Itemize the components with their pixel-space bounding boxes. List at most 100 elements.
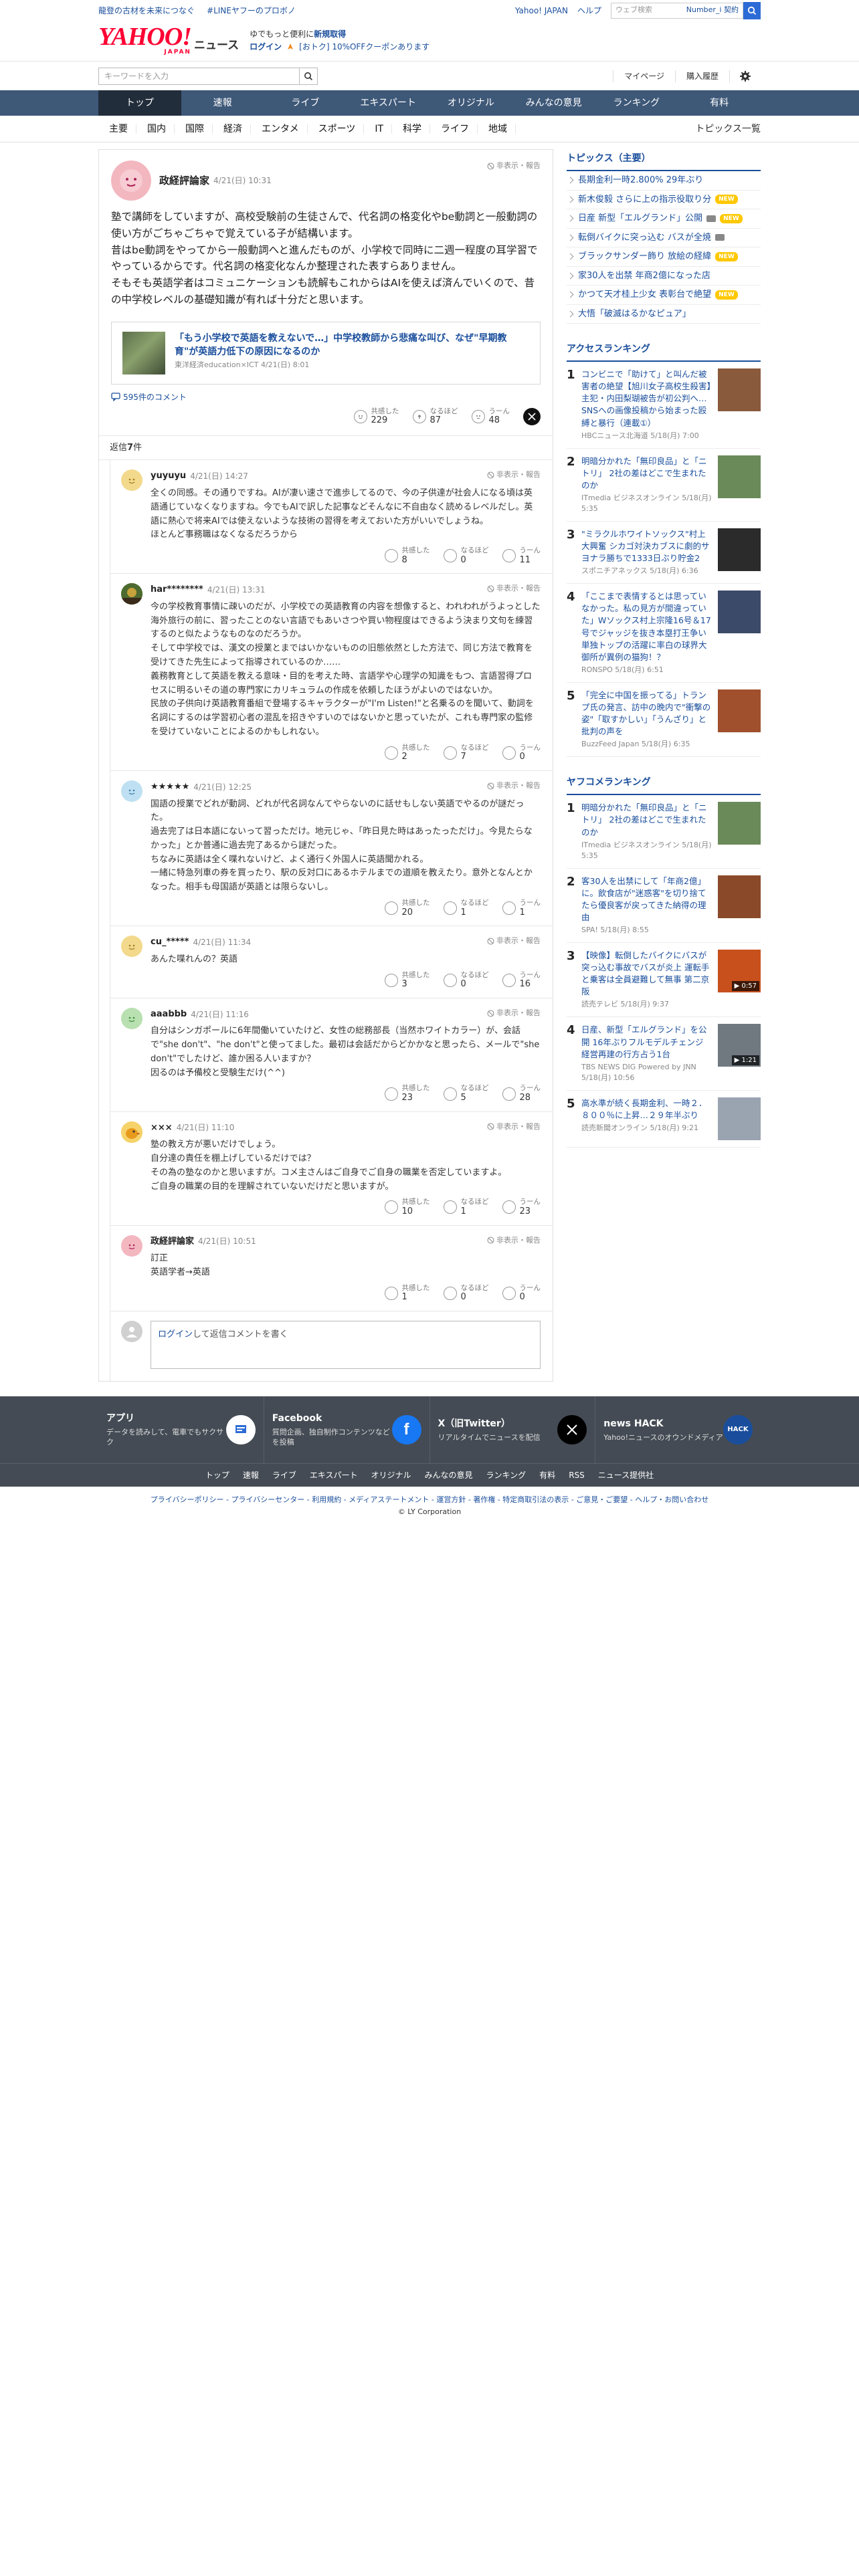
ranking-item[interactable]: 5 高水準が続く長期金利、一時２．８００％に上昇…２９年半ぶり 読売新聞オンライン …: [567, 1091, 761, 1148]
agree-button[interactable]: 共感した 3: [384, 971, 430, 990]
article-title[interactable]: 「もう小学校で英語を教えないで…」中学校教師から悲痛な叫び、なぜ"早期教育"が英…: [175, 332, 529, 359]
hmm-button[interactable]: なるほど 0: [443, 546, 489, 565]
footer-nav-paid[interactable]: 有料: [539, 1469, 555, 1481]
footer-nav-rss[interactable]: RSS: [569, 1469, 585, 1481]
share-x-button[interactable]: [523, 407, 541, 425]
topics-list-link[interactable]: トピックス一覧: [695, 122, 761, 136]
cat-science[interactable]: 科学: [392, 124, 431, 134]
avatar[interactable]: [121, 1121, 142, 1143]
hmm-button[interactable]: なるほど 1: [443, 899, 489, 918]
footer-nav-flash[interactable]: 速報: [243, 1469, 259, 1481]
agree-button[interactable]: 共感した 10: [384, 1198, 430, 1216]
news-search-input[interactable]: キーワードを入力: [98, 68, 299, 85]
agree-button[interactable]: 共感した 2: [384, 744, 430, 762]
report-link[interactable]: 非表示・報告: [487, 936, 541, 947]
hmm-button[interactable]: なるほど 0: [443, 1284, 489, 1303]
agree-button[interactable]: 共感した 1: [384, 1284, 430, 1303]
reply-user-name[interactable]: ×××: [151, 1121, 173, 1135]
topic-item[interactable]: ブラックサンダー飾り 放絵の経緯 NEW: [567, 247, 761, 267]
cat-local[interactable]: 地域: [478, 124, 516, 134]
legal-links[interactable]: プライバシーポリシー - プライバシーセンター - 利用規約 - メディアステー…: [0, 1487, 859, 1506]
ranking-item[interactable]: 3 【映像】転倒したバイクにバスが突っ込む事故でバスが炎上 運転手と乗客は全員避難…: [567, 943, 761, 1018]
avatar[interactable]: [121, 1007, 142, 1029]
agree-button[interactable]: 共感した 23: [384, 1084, 430, 1103]
footer-nav-providers[interactable]: ニュース提供社: [598, 1469, 654, 1481]
avatar[interactable]: [121, 936, 142, 958]
ranking-item[interactable]: 1 コンビニで「助けて」と叫んだ被害者の絶望【旭川女子高校生殺害】主犯・内田梨瑚被…: [567, 362, 761, 449]
cat-world[interactable]: 国際: [175, 124, 213, 134]
cat-entertainment[interactable]: エンタメ: [251, 124, 308, 134]
footer-x-card[interactable]: X（旧Twitter） リアルタイムでニュースを配信: [430, 1396, 596, 1463]
news-search-button[interactable]: [299, 68, 318, 85]
reply-login-link[interactable]: ログイン: [158, 1329, 193, 1339]
search-scope[interactable]: Number_i 契約: [686, 5, 739, 16]
hmm-button[interactable]: なるほど 5: [443, 1084, 489, 1103]
nav-expert[interactable]: エキスパート: [347, 90, 430, 116]
reply-input[interactable]: ログインして返信コメントを書く: [151, 1320, 541, 1369]
cat-domestic[interactable]: 国内: [136, 124, 175, 134]
umm-button[interactable]: うーん 28: [502, 1084, 541, 1103]
nav-original[interactable]: オリジナル: [430, 90, 512, 116]
umm-button[interactable]: うーん 23: [502, 1198, 541, 1216]
report-link[interactable]: 非表示・報告: [487, 583, 541, 595]
umm-button[interactable]: うーん 0: [502, 744, 541, 762]
report-link[interactable]: 非表示・報告: [487, 1008, 541, 1019]
hmm-button[interactable]: なるほど 1: [443, 1198, 489, 1216]
topic-item[interactable]: かつて天才桂上少女 表彰台で絶望 NEW: [567, 286, 761, 305]
footer-nav-original[interactable]: オリジナル: [371, 1469, 411, 1481]
ranking-item[interactable]: 1 明暗分かれた「無印良品」と「ニトリ」 2社の差はどこで生まれたのか ITmedi…: [567, 795, 761, 869]
settings-button[interactable]: [729, 70, 761, 82]
nav-ranking[interactable]: ランキング: [595, 90, 678, 116]
topic-item[interactable]: 大悟「破滅はるかなピュア」: [567, 305, 761, 324]
login-link[interactable]: ログイン: [250, 41, 282, 53]
cat-economy[interactable]: 経済: [213, 124, 251, 134]
web-search-input[interactable]: ウェブ検索 Number_i 契約: [611, 2, 743, 19]
avatar[interactable]: [121, 583, 142, 605]
ranking-item[interactable]: 5 「完全に中国を振ってる」トランプ氏の発言、訪中の晩内で"衝撃の姿"「取すかしい…: [567, 683, 761, 758]
report-link[interactable]: 非表示・報告: [487, 1235, 541, 1247]
signup-link[interactable]: 新規取得: [314, 29, 346, 39]
footer-nav-ranking[interactable]: ランキング: [486, 1469, 527, 1481]
promo-link-1[interactable]: 龍登の古材を未来につなぐ: [98, 5, 195, 17]
footer-facebook-card[interactable]: Facebook 質問企画、独自制作コンテンツなどを投稿 f: [264, 1396, 430, 1463]
topic-item[interactable]: 家30人を出禁 年商2億になった店: [567, 267, 761, 286]
footer-app-card[interactable]: アプリ データを読みして、電車でもサクサク: [98, 1396, 264, 1463]
avatar[interactable]: [121, 469, 142, 492]
web-search-button[interactable]: [743, 1, 761, 19]
topic-item[interactable]: 日産 新型「エルグランド」公開 NEW: [567, 209, 761, 229]
article-card[interactable]: 「もう小学校で英語を教えないで…」中学校教師から悲痛な叫び、なぜ"早期教育"が英…: [111, 321, 541, 385]
reply-user-name[interactable]: har********: [151, 583, 203, 597]
help-link[interactable]: ヘルプ: [577, 5, 601, 17]
footer-nav-live[interactable]: ライブ: [272, 1469, 296, 1481]
report-link[interactable]: 非表示・報告: [487, 160, 541, 172]
report-link[interactable]: 非表示・報告: [487, 780, 541, 792]
umm-button[interactable]: うーん 1: [502, 899, 541, 918]
reply-user-name[interactable]: aaabbb: [151, 1008, 187, 1021]
hmm-button[interactable]: なるほど 0: [443, 971, 489, 990]
footer-nav-expert[interactable]: エキスパート: [310, 1469, 358, 1481]
umm-button[interactable]: うーん 16: [502, 971, 541, 990]
reply-user-name[interactable]: ★★★★★: [151, 780, 189, 794]
comment-count-link[interactable]: 595件のコメント: [111, 391, 541, 403]
promo-link-2[interactable]: #LINEヤフーのプロボノ: [207, 5, 296, 17]
ranking-item[interactable]: 4 「ここまで表情するとは思っていなかった。私の見方が間違っていた」Wソックス村上…: [567, 584, 761, 683]
nav-live[interactable]: ライブ: [264, 90, 347, 116]
report-link[interactable]: 非表示・報告: [487, 469, 541, 481]
coupon-text[interactable]: [おトク] 10%OFFクーポンあります: [299, 41, 430, 53]
cat-it[interactable]: IT: [364, 124, 393, 134]
reply-user-name[interactable]: 政経評論家: [151, 1235, 194, 1249]
cat-sports[interactable]: スポーツ: [308, 124, 365, 134]
umm-button[interactable]: うーん 48: [471, 407, 510, 426]
nav-paid[interactable]: 有料: [678, 90, 761, 116]
reply-user-name[interactable]: yuyuyu: [151, 469, 186, 483]
footer-nav-opinions[interactable]: みんなの意見: [425, 1469, 473, 1481]
topic-item[interactable]: 新木俊毅 さらに上の指示役取り分 NEW: [567, 191, 761, 209]
topic-item[interactable]: 長期金利一時2.800% 29年ぶり: [567, 171, 761, 191]
ranking-item[interactable]: 4 日産、新型「エルグランド」を公開 16年ぶりフルモデルチェンジ 経営再建の行方…: [567, 1017, 761, 1091]
ranking-item[interactable]: 3 "ミラクルホワイトソックス"村上大興奮 シカゴ対決カブスに劇的サヨナラ勝ちで1…: [567, 522, 761, 584]
footer-nav-top[interactable]: トップ: [205, 1469, 229, 1481]
nav-flash[interactable]: 速報: [181, 90, 264, 116]
avatar[interactable]: [121, 1235, 142, 1257]
cat-main[interactable]: 主要: [98, 124, 136, 134]
hmm-button[interactable]: なるほど 87: [412, 407, 458, 426]
